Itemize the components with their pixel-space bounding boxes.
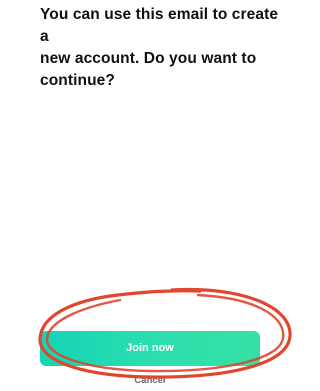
dialog-page: You can use this email to create a new a… — [0, 0, 300, 391]
confirmation-message: You can use this email to create a new a… — [40, 4, 280, 92]
message-line-2: new account. Do you want to — [40, 50, 257, 67]
join-now-button[interactable]: Join now — [40, 331, 260, 366]
message-line-1: You can use this email to create a — [40, 6, 279, 45]
message-line-3: continue? — [40, 72, 115, 89]
cancel-link[interactable]: Cancel — [0, 375, 300, 386]
